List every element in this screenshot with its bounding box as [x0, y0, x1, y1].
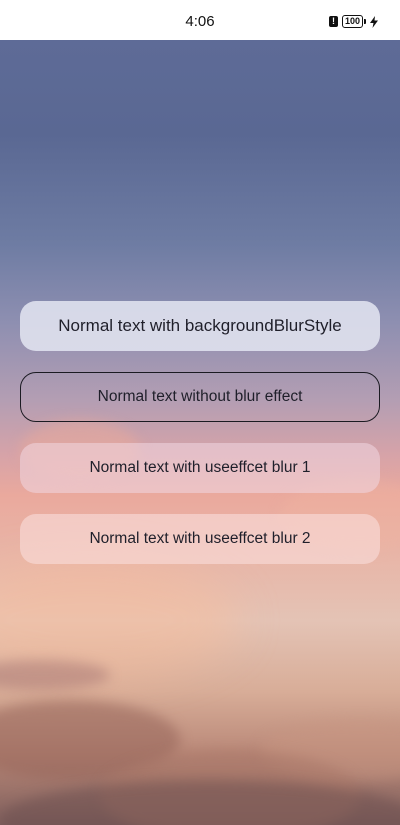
status-icons: ! 100	[328, 15, 378, 28]
alert-icon: !	[328, 16, 338, 27]
charging-icon	[370, 15, 378, 28]
useeffect-blur-2-button[interactable]: Normal text with useeffcet blur 2	[20, 514, 380, 564]
app-screen: 4:06 ! 100 Normal text with backgroundBl…	[0, 0, 400, 825]
no-blur-effect-button[interactable]: Normal text without blur effect	[20, 372, 380, 422]
background-blur-style-button[interactable]: Normal text with backgroundBlurStyle	[20, 301, 380, 351]
battery-icon: 100	[341, 15, 367, 28]
useeffect-blur-1-button[interactable]: Normal text with useeffcet blur 1	[20, 443, 380, 493]
status-bar: 4:06 ! 100	[0, 0, 400, 40]
battery-level: 100	[344, 16, 360, 26]
